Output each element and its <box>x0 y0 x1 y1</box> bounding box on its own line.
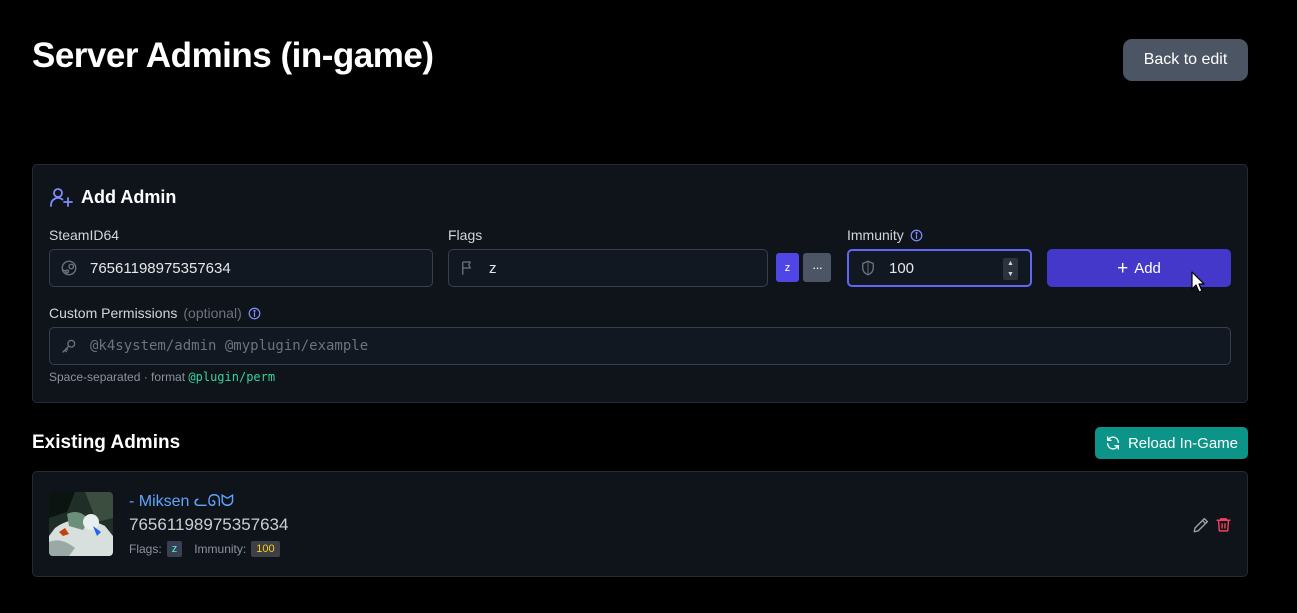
reload-label: Reload In-Game <box>1127 434 1239 452</box>
admin-immunity-badge: 100 <box>251 541 280 557</box>
hint-format-code: @plugin/perm <box>188 370 276 384</box>
admin-flag-badge: z <box>166 541 183 557</box>
immunity-label: Immunity <box>847 227 923 243</box>
immunity-spinner[interactable]: ▲ ▼ <box>1003 258 1018 280</box>
flag-icon <box>462 261 471 275</box>
more-flags-button[interactable]: ··· <box>803 253 831 282</box>
flag-chip-z[interactable]: z <box>776 253 799 282</box>
steam-icon <box>61 260 77 276</box>
steamid-label: SteamID64 <box>49 227 119 243</box>
spinner-down-icon[interactable]: ▼ <box>1007 271 1014 278</box>
trash-icon[interactable] <box>1215 515 1232 534</box>
back-to-edit-button[interactable]: Back to edit <box>1123 39 1248 81</box>
optional-label: (optional) <box>183 305 242 321</box>
flags-meta-label: Flags: <box>129 542 162 556</box>
avatar <box>49 492 113 556</box>
steamid-input[interactable]: 76561198975357634 <box>49 249 433 287</box>
key-icon <box>62 339 76 353</box>
custom-permissions-label-text: Custom Permissions <box>49 305 178 321</box>
flags-label-text: Flags <box>448 227 483 243</box>
immunity-meta-label: Immunity: <box>194 542 247 556</box>
custom-permissions-input[interactable]: @k4system/admin @myplugin/example <box>49 327 1231 365</box>
custom-permissions-label: Custom Permissions (optional) <box>49 305 261 321</box>
admin-meta: Flags: z Immunity: 100 <box>129 541 280 557</box>
add-button-label: Add <box>1134 259 1161 277</box>
hint-text: Space-separated · format <box>49 370 189 384</box>
user-plus-icon <box>50 188 73 207</box>
add-admin-title: Add Admin <box>81 186 177 207</box>
page-title: Server Admins (in-game) <box>32 36 434 75</box>
steamid-label-text: SteamID64 <box>49 227 120 243</box>
pencil-icon[interactable] <box>1192 516 1210 534</box>
flags-value: z <box>489 259 497 277</box>
custom-permissions-placeholder: @k4system/admin @myplugin/example <box>90 338 369 354</box>
add-admin-heading: Add Admin <box>49 185 176 209</box>
spinner-up-icon[interactable]: ▲ <box>1007 260 1014 267</box>
immunity-value: 100 <box>889 259 915 277</box>
immunity-label-text: Immunity <box>847 227 904 243</box>
admin-list-item: - Miksen ᓚᘏᗢ 76561198975357634 Flags: z … <box>32 471 1248 577</box>
flags-input[interactable]: z <box>448 249 768 287</box>
flags-label: Flags <box>448 227 482 243</box>
refresh-icon <box>1106 436 1119 450</box>
add-admin-card: Add Admin SteamID64 76561198975357634 Fl… <box>32 164 1248 403</box>
info-icon[interactable] <box>248 307 261 320</box>
mouse-cursor-icon <box>1191 271 1205 293</box>
immunity-input[interactable]: 100 ▲ ▼ <box>847 249 1032 287</box>
admin-name-link[interactable]: - Miksen ᓚᘏᗢ <box>129 491 234 511</box>
reload-in-game-button[interactable]: Reload In-Game <box>1095 427 1248 459</box>
admin-steamid: 76561198975357634 <box>129 515 289 534</box>
shield-icon <box>862 260 874 276</box>
info-icon[interactable] <box>910 229 923 242</box>
plus-icon: + <box>1117 257 1129 279</box>
permissions-hint: Space-separated · format @plugin/perm <box>49 370 275 384</box>
steamid-value: 76561198975357634 <box>90 259 231 277</box>
existing-admins-title: Existing Admins <box>32 432 181 453</box>
